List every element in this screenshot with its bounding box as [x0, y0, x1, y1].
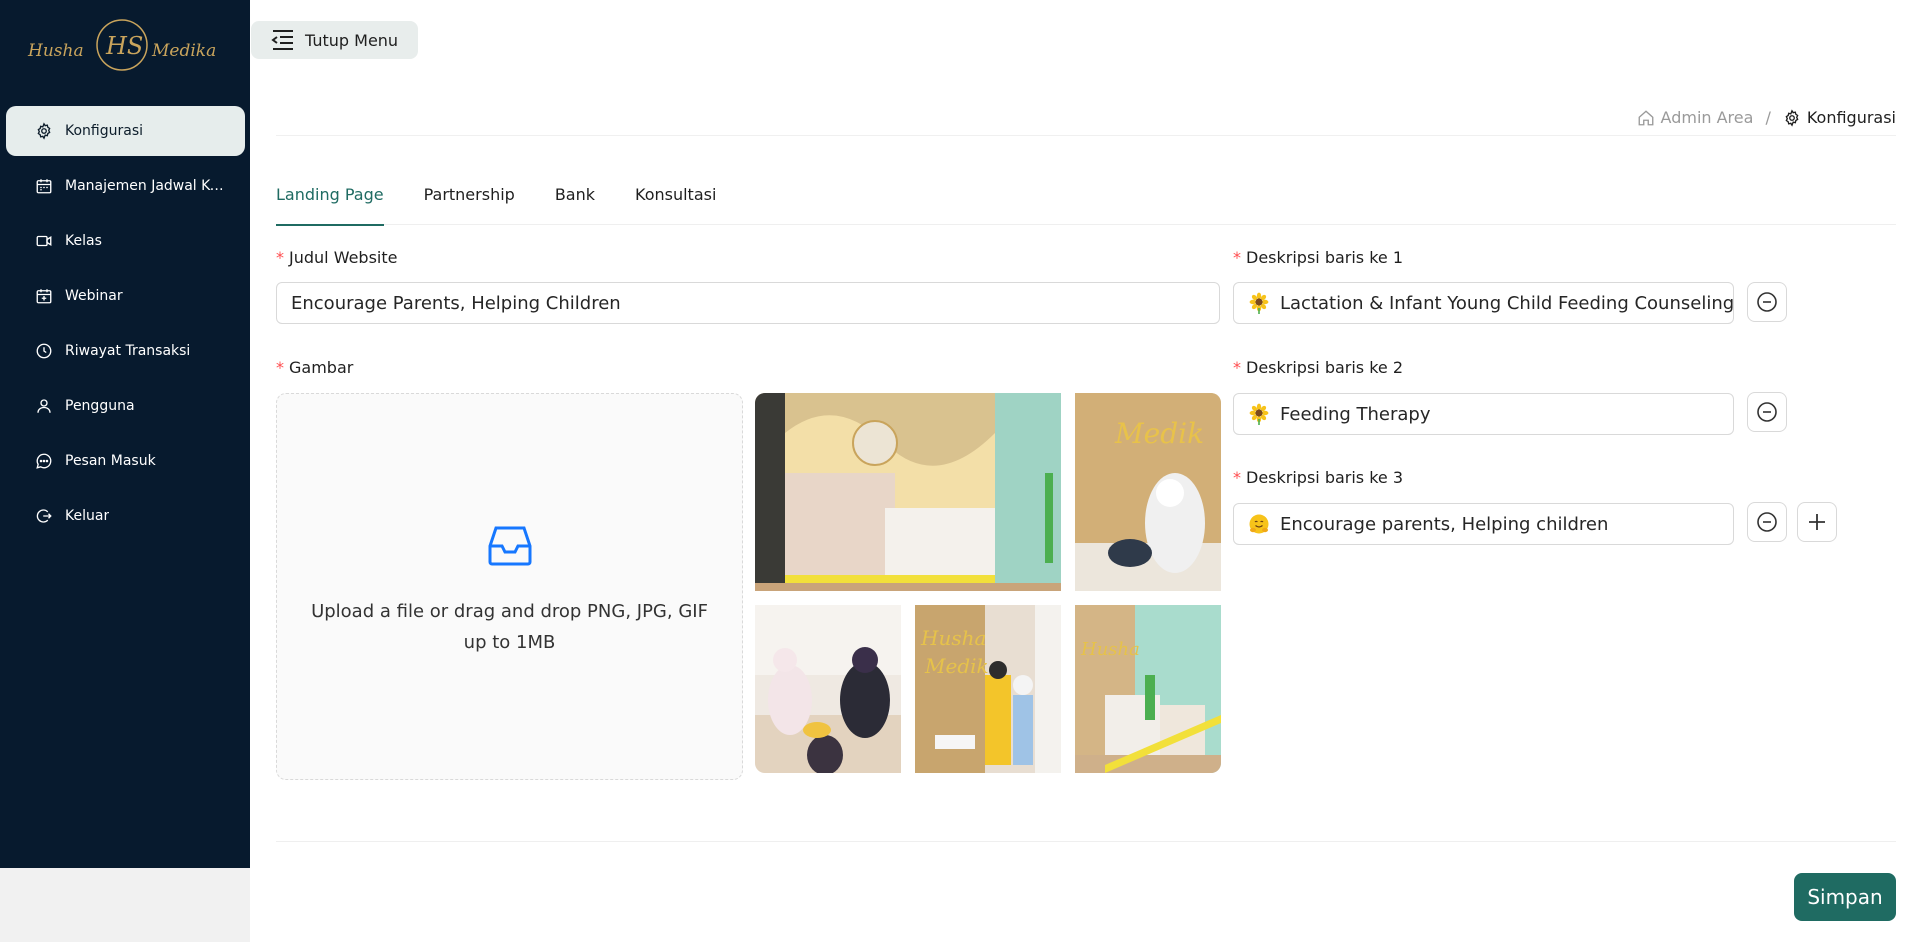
menu-toggle-button[interactable]: Tutup Menu	[251, 21, 419, 59]
svg-text:Medik: Medik	[924, 654, 989, 678]
tab-partnership[interactable]: Partnership	[424, 182, 515, 225]
sidebar-item-label: Pesan Masuk	[65, 453, 156, 469]
breadcrumb-separator: /	[1765, 108, 1771, 127]
config-tabs: Landing Page Partnership Bank Konsultasi	[276, 182, 1896, 226]
sunflower-icon	[1249, 292, 1269, 314]
sidebar-item-konfigurasi[interactable]: Konfigurasi	[6, 106, 245, 156]
svg-text:Medik: Medik	[1114, 417, 1204, 450]
message-icon	[34, 451, 54, 471]
home-icon	[1638, 109, 1653, 125]
menu-toggle-label: Tutup Menu	[305, 30, 399, 50]
sidebar-item-pesan-masuk[interactable]: Pesan Masuk	[6, 436, 245, 486]
remove-description-2-button[interactable]	[1747, 392, 1787, 432]
title-input-value: Encourage Parents, Helping Children	[291, 292, 621, 314]
breadcrumb-current: Konfigurasi	[1783, 108, 1896, 127]
user-icon	[34, 396, 54, 416]
gallery-photo-room[interactable]: Husha	[1075, 605, 1221, 773]
upload-instructions: Upload a file or drag and drop PNG, JPG,…	[311, 600, 708, 653]
tab-bank[interactable]: Bank	[555, 182, 595, 225]
sidebar-item-label: Manajemen Jadwal Ko...	[65, 178, 225, 194]
tab-konsultasi[interactable]: Konsultasi	[635, 182, 716, 225]
gallery-photo-playroom[interactable]	[755, 605, 901, 773]
logout-icon	[34, 506, 54, 526]
description-3-input[interactable]: Encourage parents, Helping children	[1233, 503, 1734, 545]
breadcrumb-current-label: Konfigurasi	[1806, 108, 1896, 127]
required-mark: *	[1233, 358, 1241, 377]
minus-circle-icon	[1757, 292, 1777, 312]
footer-divider	[276, 841, 1896, 842]
description-2-input[interactable]: Feeding Therapy	[1233, 393, 1734, 435]
required-mark: *	[1233, 248, 1241, 267]
brand-logo[interactable]: Husha HS Medika	[26, 14, 216, 76]
required-mark: *	[276, 358, 284, 377]
history-icon	[34, 341, 54, 361]
title-label-text: Judul Website	[289, 248, 398, 267]
svg-text:Husha: Husha	[920, 626, 986, 650]
sidebar-item-kelas[interactable]: Kelas	[6, 216, 245, 266]
sidebar-item-keluar[interactable]: Keluar	[6, 491, 245, 541]
sidebar-item-label: Keluar	[65, 508, 110, 524]
sidebar-item-label: Riwayat Transaksi	[65, 343, 191, 359]
image-label-text: Gambar	[289, 358, 354, 377]
gear-icon	[34, 121, 54, 141]
description-3-label-text: Deskripsi baris ke 3	[1246, 468, 1404, 487]
screen-calendar-icon	[34, 286, 54, 306]
remove-description-3-button[interactable]	[1747, 502, 1787, 542]
sidebar-item-label: Pengguna	[65, 398, 135, 414]
description-1-label: * Deskripsi baris ke 1	[1233, 248, 1403, 267]
minus-circle-icon	[1757, 512, 1777, 532]
gear-icon	[1785, 108, 1799, 127]
image-field-label: * Gambar	[276, 358, 353, 377]
remove-description-1-button[interactable]	[1747, 282, 1787, 322]
sidebar-item-label: Konfigurasi	[65, 123, 144, 139]
add-description-button[interactable]	[1797, 502, 1837, 542]
svg-text:Husha: Husha	[1080, 639, 1140, 660]
breadcrumb: Admin Area / Konfigurasi	[1637, 108, 1896, 127]
save-button[interactable]: Simpan	[1794, 873, 1896, 921]
sunflower-icon	[1249, 403, 1269, 425]
svg-text:Husha: Husha	[27, 41, 84, 61]
gallery-photo-consultation[interactable]: Medik	[1075, 393, 1221, 591]
sidebar-item-webinar[interactable]: Webinar	[6, 271, 245, 321]
minus-circle-icon	[1757, 402, 1777, 422]
calendar-icon	[34, 176, 54, 196]
hugging-face-icon	[1249, 514, 1269, 534]
sidebar-nav: Konfigurasi Manajemen Jadwal Ko... Kelas…	[6, 106, 245, 546]
description-3-value: Encourage parents, Helping children	[1280, 513, 1609, 535]
sidebar-item-pengguna[interactable]: Pengguna	[6, 381, 245, 431]
gallery-photo-family[interactable]: Husha Medik	[915, 605, 1061, 773]
description-1-label-text: Deskripsi baris ke 1	[1246, 248, 1404, 267]
required-mark: *	[276, 248, 284, 267]
svg-text:HS: HS	[105, 32, 143, 60]
video-icon	[34, 231, 54, 251]
svg-text:Medika: Medika	[151, 41, 216, 61]
breadcrumb-admin-area[interactable]: Admin Area	[1637, 108, 1754, 127]
description-2-label: * Deskripsi baris ke 2	[1233, 358, 1403, 377]
sidebar-item-manajemen-jadwal[interactable]: Manajemen Jadwal Ko...	[6, 161, 245, 211]
sidebar-footer-area	[0, 868, 250, 942]
title-field-label: * Judul Website	[276, 248, 397, 267]
description-2-value: Feeding Therapy	[1280, 403, 1431, 425]
sidebar-item-label: Webinar	[65, 288, 123, 304]
title-input[interactable]: Encourage Parents, Helping Children	[276, 282, 1220, 324]
sidebar-item-riwayat-transaksi[interactable]: Riwayat Transaksi	[6, 326, 245, 376]
menu-fold-icon	[271, 30, 293, 50]
breadcrumb-root-label: Admin Area	[1660, 108, 1754, 127]
image-upload-dropzone[interactable]: Upload a file or drag and drop PNG, JPG,…	[276, 393, 743, 780]
description-1-value: Lactation & Infant Young Child Feeding C…	[1280, 292, 1734, 314]
description-3-label: * Deskripsi baris ke 3	[1233, 468, 1403, 487]
description-1-input[interactable]: Lactation & Infant Young Child Feeding C…	[1233, 282, 1734, 324]
gallery-photo-reception[interactable]	[755, 393, 1061, 591]
required-mark: *	[1233, 468, 1241, 487]
description-2-label-text: Deskripsi baris ke 2	[1246, 358, 1404, 377]
sidebar-item-label: Kelas	[65, 233, 102, 249]
sidebar: Husha HS Medika Konfigurasi Manajemen Ja…	[0, 0, 250, 868]
inbox-icon	[488, 526, 531, 565]
header-divider	[276, 135, 1896, 136]
plus-icon	[1809, 514, 1825, 530]
tab-landing-page[interactable]: Landing Page	[276, 182, 384, 226]
